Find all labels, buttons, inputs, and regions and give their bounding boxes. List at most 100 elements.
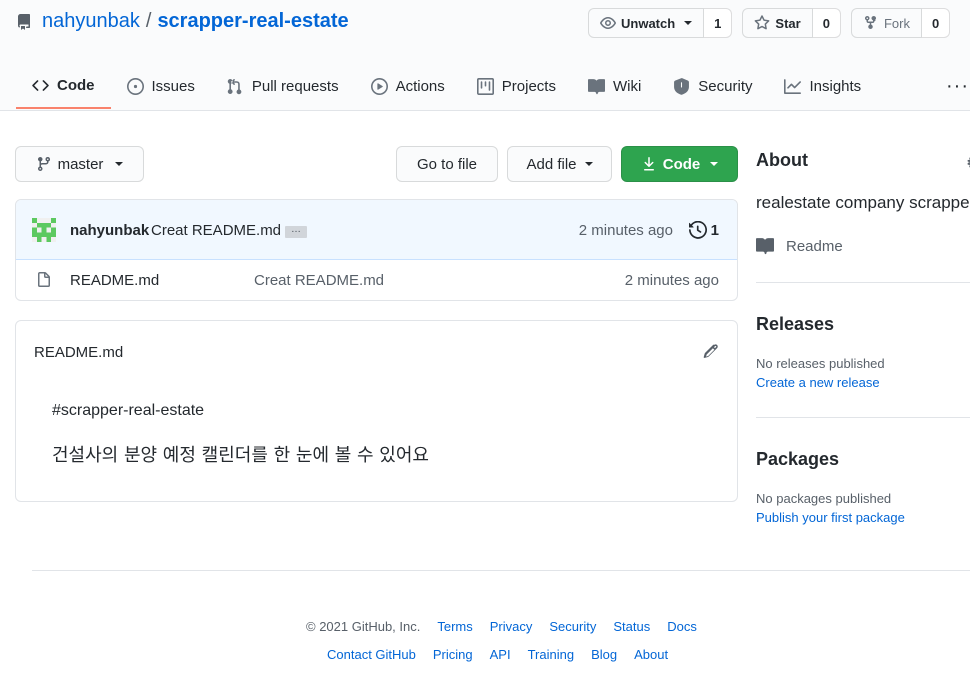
graph-icon: [784, 78, 802, 94]
footer-link-about[interactable]: About: [634, 647, 668, 662]
fork-icon: [864, 15, 876, 30]
releases-note: No releases published: [756, 356, 885, 371]
tab-security[interactable]: Security: [657, 63, 768, 109]
unwatch-button[interactable]: Unwatch: [588, 8, 705, 38]
footer-row-1: © 2021 GitHub, Inc. Terms Privacy Securi…: [306, 619, 697, 634]
star-label: Star: [775, 15, 801, 31]
branch-icon: [37, 156, 50, 172]
commit-time: 2 minutes ago: [578, 222, 673, 239]
issue-icon: [126, 77, 144, 95]
file-commit-time: 2 minutes ago: [624, 272, 719, 289]
tab-projects[interactable]: Projects: [461, 63, 572, 109]
project-icon: [476, 77, 494, 95]
readme-link[interactable]: Readme: [756, 237, 843, 255]
latest-commit: nahyunbak Creat README.md … 2 minutes ag…: [16, 200, 737, 260]
footer-link-api[interactable]: API: [490, 647, 511, 662]
packages-note: No packages published: [756, 491, 892, 506]
create-release-link[interactable]: Create a new release: [756, 375, 880, 390]
footer-link-docs[interactable]: Docs: [667, 619, 697, 634]
publish-package-link[interactable]: Publish your first package: [756, 510, 905, 525]
tab-issues-label: Issues: [151, 77, 195, 95]
footer-link-blog[interactable]: Blog: [591, 647, 617, 662]
file-icon: [38, 272, 50, 287]
chevron-down-icon: [115, 162, 124, 166]
file-navigation: nahyunbak Creat README.md … 2 minutes ag…: [15, 199, 738, 301]
file-row: README.md Creat README.md 2 minutes ago: [16, 260, 737, 300]
repo-tabs: Code Issues Pull requests Actions Projec…: [16, 63, 877, 111]
commit-expand-button[interactable]: …: [285, 225, 307, 238]
commit-author-link[interactable]: nahyunbak: [70, 222, 149, 239]
footer-link-training[interactable]: Training: [528, 647, 574, 662]
footer-link-pricing[interactable]: Pricing: [433, 647, 473, 662]
file-commit-message-link[interactable]: Creat README.md: [254, 272, 384, 289]
releases-title[interactable]: Releases: [756, 314, 834, 335]
footer-link-status[interactable]: Status: [613, 619, 650, 634]
about-description: realestate company scrapper: [756, 193, 970, 212]
gear-icon[interactable]: ⚙: [966, 153, 970, 173]
packages-title[interactable]: Packages: [756, 449, 839, 470]
fork-group: Fork 0: [850, 8, 951, 38]
watch-count[interactable]: 1: [704, 8, 733, 38]
commit-history-link[interactable]: 1: [688, 221, 719, 239]
fork-label: Fork: [883, 15, 910, 31]
star-count[interactable]: 0: [812, 8, 841, 38]
download-icon: [643, 157, 654, 171]
tab-pull-requests-label: Pull requests: [251, 77, 339, 95]
code-download-button[interactable]: Code: [621, 146, 738, 182]
book-icon: [756, 238, 774, 255]
tab-insights[interactable]: Insights: [768, 63, 877, 109]
tab-code-label: Code: [57, 76, 95, 94]
footer-copyright: © 2021 GitHub, Inc.: [306, 619, 421, 634]
path-separator: /: [145, 10, 152, 32]
tab-pull-requests[interactable]: Pull requests: [211, 63, 355, 109]
readme-body: 건설사의 분양 예정 캘린더를 한 눈에 볼 수 있어요: [52, 445, 429, 466]
commit-message-link[interactable]: Creat README.md: [151, 222, 281, 239]
unwatch-label: Unwatch: [621, 15, 676, 31]
watch-group: Unwatch 1: [588, 8, 733, 38]
go-to-file-button[interactable]: Go to file: [396, 146, 498, 182]
add-file-button[interactable]: Add file: [507, 146, 612, 182]
fork-count[interactable]: 0: [921, 8, 951, 38]
readme-box: README.md #scrapper-real-estate 건설사의 분양 …: [15, 320, 738, 502]
pull-request-icon: [227, 78, 242, 94]
tab-projects-label: Projects: [501, 77, 556, 95]
eye-icon: [600, 17, 616, 29]
star-button[interactable]: Star: [742, 8, 813, 38]
chevron-down-icon: [684, 21, 693, 25]
shield-icon: [674, 77, 690, 95]
readme-heading: #scrapper-real-estate: [52, 402, 205, 419]
repo-icon: [17, 13, 30, 30]
more-tabs-icon[interactable]: ···: [946, 75, 969, 98]
repo-actions: Unwatch 1 Star 0 Fork 0: [588, 8, 951, 38]
repo-owner-link[interactable]: nahyunbak: [42, 10, 140, 33]
file-name-link[interactable]: README.md: [70, 272, 159, 289]
readme-link-label: Readme: [786, 237, 843, 255]
avatar[interactable]: [32, 218, 56, 242]
footer-link-security[interactable]: Security: [549, 619, 596, 634]
branch-name: master: [57, 155, 104, 173]
repo-name-link[interactable]: scrapper-real-estate: [157, 10, 348, 33]
tab-issues[interactable]: Issues: [111, 63, 211, 109]
tab-wiki[interactable]: Wiki: [572, 63, 657, 109]
sidebar-divider: [756, 417, 970, 418]
tab-security-label: Security: [698, 77, 753, 95]
branch-select-button[interactable]: master: [15, 146, 144, 182]
repo-header: nahyunbak / scrapper-real-estate Unwatch…: [0, 0, 970, 111]
pencil-icon[interactable]: [703, 344, 719, 360]
history-icon: [688, 221, 707, 239]
about-title: About: [756, 150, 808, 170]
tab-actions[interactable]: Actions: [355, 63, 461, 109]
sidebar-divider: [756, 282, 970, 283]
fork-button[interactable]: Fork: [850, 8, 922, 38]
tab-actions-label: Actions: [395, 77, 445, 95]
footer-link-terms[interactable]: Terms: [437, 619, 472, 634]
tab-code[interactable]: Code: [16, 63, 111, 109]
book-icon: [587, 78, 605, 94]
commit-count: 1: [710, 221, 719, 239]
footer-link-contact[interactable]: Contact GitHub: [327, 647, 416, 662]
chevron-down-icon: [584, 162, 593, 166]
star-group: Star 0: [742, 8, 841, 38]
play-icon: [370, 77, 388, 95]
chevron-down-icon: [710, 162, 719, 166]
footer-link-privacy[interactable]: Privacy: [490, 619, 533, 634]
